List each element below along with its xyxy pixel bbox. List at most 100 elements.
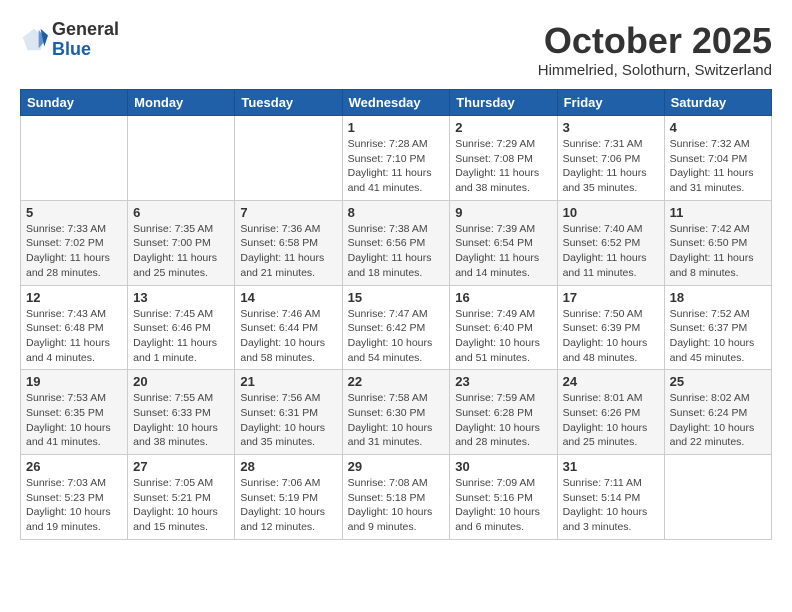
day-info: Sunrise: 7:46 AM Sunset: 6:44 PM Dayligh… (240, 307, 336, 366)
day-info: Sunrise: 7:40 AM Sunset: 6:52 PM Dayligh… (563, 222, 659, 281)
day-info: Sunrise: 8:02 AM Sunset: 6:24 PM Dayligh… (670, 391, 766, 450)
calendar-cell: 31 Sunrise: 7:11 AM Sunset: 5:14 PM Dayli… (557, 455, 664, 540)
calendar-cell: 14 Sunrise: 7:46 AM Sunset: 6:44 PM Dayli… (235, 285, 342, 370)
calendar-cell: 25 Sunrise: 8:02 AM Sunset: 6:24 PM Dayli… (664, 370, 771, 455)
day-number: 29 (348, 459, 445, 474)
calendar-cell: 22Sunrise: 7:58 AM Sunset: 6:30 PM Dayli… (342, 370, 450, 455)
day-number: 6 (133, 205, 229, 220)
day-number: 13 (133, 290, 229, 305)
calendar-cell: 15 Sunrise: 7:47 AM Sunset: 6:42 PM Dayli… (342, 285, 450, 370)
day-number: 8 (348, 205, 445, 220)
calendar-cell: 28 Sunrise: 7:06 AM Sunset: 5:19 PM Dayli… (235, 455, 342, 540)
day-info: Sunrise: 7:33 AM Sunset: 7:02 PM Dayligh… (26, 222, 122, 281)
calendar-cell: 30 Sunrise: 7:09 AM Sunset: 5:16 PM Dayli… (450, 455, 557, 540)
day-number: 15 (348, 290, 445, 305)
day-number: 2 (455, 120, 551, 135)
calendar-cell: 21 Sunrise: 7:56 AM Sunset: 6:31 PM Dayli… (235, 370, 342, 455)
day-info: Sunrise: 8:01 AM Sunset: 6:26 PM Dayligh… (563, 391, 659, 450)
calendar-cell: 27Sunrise: 7:05 AM Sunset: 5:21 PM Dayli… (128, 455, 235, 540)
day-number: 26 (26, 459, 122, 474)
day-number: 19 (26, 374, 122, 389)
day-number: 20 (133, 374, 229, 389)
calendar-cell: 6 Sunrise: 7:35 AM Sunset: 7:00 PM Daylig… (128, 200, 235, 285)
calendar-cell: 13 Sunrise: 7:45 AM Sunset: 6:46 PM Dayli… (128, 285, 235, 370)
day-info: Sunrise: 7:47 AM Sunset: 6:42 PM Dayligh… (348, 307, 445, 366)
calendar-cell: 11Sunrise: 7:42 AM Sunset: 6:50 PM Dayli… (664, 200, 771, 285)
day-number: 4 (670, 120, 766, 135)
day-number: 18 (670, 290, 766, 305)
weekday-header-sunday: Sunday (21, 90, 128, 116)
day-info: Sunrise: 7:38 AM Sunset: 6:56 PM Dayligh… (348, 222, 445, 281)
calendar-cell: 12Sunrise: 7:43 AM Sunset: 6:48 PM Dayli… (21, 285, 128, 370)
day-number: 27 (133, 459, 229, 474)
calendar-cell: 5 Sunrise: 7:33 AM Sunset: 7:02 PM Daylig… (21, 200, 128, 285)
day-info: Sunrise: 7:42 AM Sunset: 6:50 PM Dayligh… (670, 222, 766, 281)
day-info: Sunrise: 7:08 AM Sunset: 5:18 PM Dayligh… (348, 476, 445, 535)
day-number: 31 (563, 459, 659, 474)
day-number: 30 (455, 459, 551, 474)
logo-blue: Blue (52, 40, 119, 60)
day-number: 5 (26, 205, 122, 220)
calendar-cell: 19 Sunrise: 7:53 AM Sunset: 6:35 PM Dayli… (21, 370, 128, 455)
day-number: 16 (455, 290, 551, 305)
calendar-cell: 18 Sunrise: 7:52 AM Sunset: 6:37 PM Dayli… (664, 285, 771, 370)
day-number: 25 (670, 374, 766, 389)
day-info: Sunrise: 7:53 AM Sunset: 6:35 PM Dayligh… (26, 391, 122, 450)
day-number: 23 (455, 374, 551, 389)
day-info: Sunrise: 7:31 AM Sunset: 7:06 PM Dayligh… (563, 137, 659, 196)
day-number: 28 (240, 459, 336, 474)
weekday-header-monday: Monday (128, 90, 235, 116)
calendar-cell (235, 116, 342, 201)
day-info: Sunrise: 7:45 AM Sunset: 6:46 PM Dayligh… (133, 307, 229, 366)
calendar-cell (664, 455, 771, 540)
day-number: 12 (26, 290, 122, 305)
weekday-header-saturday: Saturday (664, 90, 771, 116)
calendar-cell: 26 Sunrise: 7:03 AM Sunset: 5:23 PM Dayli… (21, 455, 128, 540)
calendar-cell: 7Sunrise: 7:36 AM Sunset: 6:58 PM Daylig… (235, 200, 342, 285)
week-row-5: 26 Sunrise: 7:03 AM Sunset: 5:23 PM Dayli… (21, 455, 772, 540)
day-info: Sunrise: 7:32 AM Sunset: 7:04 PM Dayligh… (670, 137, 766, 196)
day-number: 21 (240, 374, 336, 389)
calendar-cell: 2 Sunrise: 7:29 AM Sunset: 7:08 PM Daylig… (450, 116, 557, 201)
day-number: 14 (240, 290, 336, 305)
logo-text: General Blue (52, 20, 119, 60)
week-row-4: 19 Sunrise: 7:53 AM Sunset: 6:35 PM Dayli… (21, 370, 772, 455)
day-info: Sunrise: 7:50 AM Sunset: 6:39 PM Dayligh… (563, 307, 659, 366)
calendar-cell: 29 Sunrise: 7:08 AM Sunset: 5:18 PM Dayli… (342, 455, 450, 540)
day-info: Sunrise: 7:58 AM Sunset: 6:30 PM Dayligh… (348, 391, 445, 450)
day-info: Sunrise: 7:35 AM Sunset: 7:00 PM Dayligh… (133, 222, 229, 281)
weekday-header-wednesday: Wednesday (342, 90, 450, 116)
day-info: Sunrise: 7:36 AM Sunset: 6:58 PM Dayligh… (240, 222, 336, 281)
weekday-header-thursday: Thursday (450, 90, 557, 116)
title-section: October 2025 Himmelried, Solothurn, Swit… (538, 20, 772, 79)
page-header: General Blue October 2025 Himmelried, So… (20, 20, 772, 79)
calendar-cell: 17Sunrise: 7:50 AM Sunset: 6:39 PM Dayli… (557, 285, 664, 370)
month-title: October 2025 (538, 20, 772, 62)
week-row-1: 1Sunrise: 7:28 AM Sunset: 7:10 PM Daylig… (21, 116, 772, 201)
day-info: Sunrise: 7:03 AM Sunset: 5:23 PM Dayligh… (26, 476, 122, 535)
logo-icon (20, 26, 48, 54)
day-info: Sunrise: 7:39 AM Sunset: 6:54 PM Dayligh… (455, 222, 551, 281)
calendar-cell: 20 Sunrise: 7:55 AM Sunset: 6:33 PM Dayli… (128, 370, 235, 455)
calendar-cell: 3Sunrise: 7:31 AM Sunset: 7:06 PM Daylig… (557, 116, 664, 201)
day-info: Sunrise: 7:06 AM Sunset: 5:19 PM Dayligh… (240, 476, 336, 535)
day-info: Sunrise: 7:29 AM Sunset: 7:08 PM Dayligh… (455, 137, 551, 196)
day-info: Sunrise: 7:55 AM Sunset: 6:33 PM Dayligh… (133, 391, 229, 450)
calendar-cell: 8 Sunrise: 7:38 AM Sunset: 6:56 PM Daylig… (342, 200, 450, 285)
day-number: 24 (563, 374, 659, 389)
day-info: Sunrise: 7:09 AM Sunset: 5:16 PM Dayligh… (455, 476, 551, 535)
calendar-cell: 16 Sunrise: 7:49 AM Sunset: 6:40 PM Dayli… (450, 285, 557, 370)
calendar-cell: 1Sunrise: 7:28 AM Sunset: 7:10 PM Daylig… (342, 116, 450, 201)
day-info: Sunrise: 7:11 AM Sunset: 5:14 PM Dayligh… (563, 476, 659, 535)
weekday-header-row: SundayMondayTuesdayWednesdayThursdayFrid… (21, 90, 772, 116)
weekday-header-friday: Friday (557, 90, 664, 116)
calendar-cell: 9Sunrise: 7:39 AM Sunset: 6:54 PM Daylig… (450, 200, 557, 285)
calendar-cell: 23Sunrise: 7:59 AM Sunset: 6:28 PM Dayli… (450, 370, 557, 455)
week-row-2: 5 Sunrise: 7:33 AM Sunset: 7:02 PM Daylig… (21, 200, 772, 285)
day-info: Sunrise: 7:56 AM Sunset: 6:31 PM Dayligh… (240, 391, 336, 450)
day-info: Sunrise: 7:49 AM Sunset: 6:40 PM Dayligh… (455, 307, 551, 366)
day-info: Sunrise: 7:28 AM Sunset: 7:10 PM Dayligh… (348, 137, 445, 196)
day-info: Sunrise: 7:52 AM Sunset: 6:37 PM Dayligh… (670, 307, 766, 366)
week-row-3: 12Sunrise: 7:43 AM Sunset: 6:48 PM Dayli… (21, 285, 772, 370)
weekday-header-tuesday: Tuesday (235, 90, 342, 116)
